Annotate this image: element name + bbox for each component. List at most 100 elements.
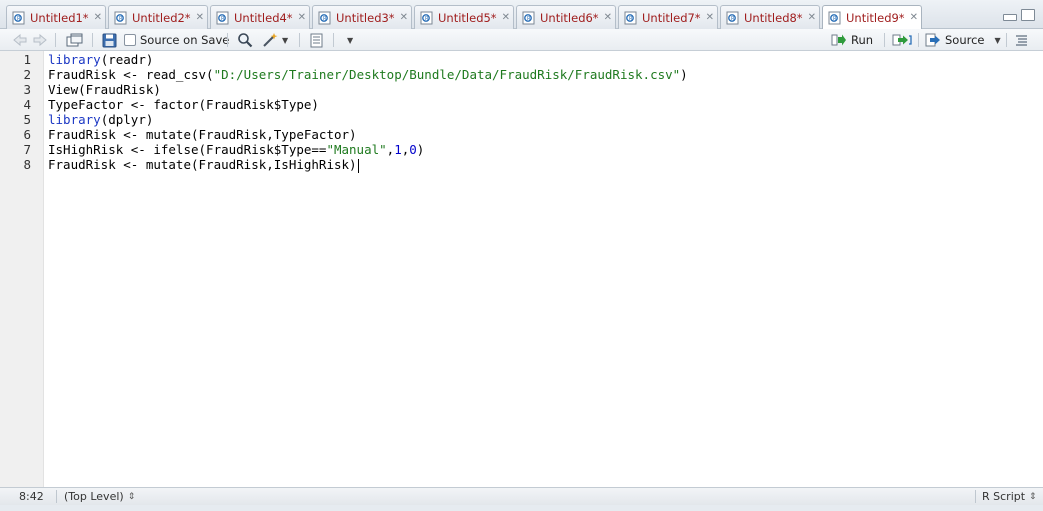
toolbar-separator: [918, 33, 919, 47]
up-down-arrows-icon: ⇕: [1029, 491, 1037, 502]
tab-label: Untitled9*: [846, 11, 905, 25]
toolbar-separator: [299, 33, 300, 47]
magic-wand-icon: [263, 33, 278, 47]
r-file-icon: R: [420, 11, 433, 24]
code-line[interactable]: library(readr): [48, 52, 153, 67]
window-controls: [1003, 9, 1035, 21]
back-button[interactable]: [12, 31, 28, 49]
maximize-button[interactable]: [1021, 9, 1035, 21]
tab-label: Untitled6*: [540, 10, 599, 25]
line-number: 3: [23, 82, 31, 97]
svg-text:R: R: [323, 16, 327, 22]
svg-text:R: R: [119, 16, 123, 22]
scope-label: (Top Level): [64, 490, 124, 503]
line-number: 8: [23, 157, 31, 172]
source-label: Source: [945, 33, 985, 47]
tab-untitled2[interactable]: R Untitled2* ✕: [108, 5, 208, 29]
file-type-selector[interactable]: R Script ⇕: [982, 490, 1037, 503]
arrow-right-icon: [33, 33, 47, 47]
close-icon[interactable]: ✕: [502, 12, 510, 23]
close-icon[interactable]: ✕: [94, 12, 102, 23]
r-file-icon: R: [726, 11, 739, 24]
close-icon[interactable]: ✕: [910, 13, 918, 23]
tab-untitled3[interactable]: R Untitled3* ✕: [312, 5, 412, 29]
file-type-label: R Script: [982, 490, 1026, 503]
code-line[interactable]: IsHighRisk <- ifelse(FraudRisk$Type=="Ma…: [48, 142, 424, 157]
tab-label: Untitled4*: [234, 10, 293, 25]
run-button[interactable]: Run: [831, 31, 873, 49]
line-number: 4: [23, 97, 31, 112]
search-icon: [238, 33, 253, 48]
chevron-down-icon: ▼: [347, 35, 354, 45]
show-in-window-button[interactable]: [66, 31, 83, 49]
save-button[interactable]: [102, 31, 117, 49]
svg-text:R: R: [833, 16, 837, 22]
code-tools-button[interactable]: ▼: [262, 31, 288, 49]
source-on-save-checkbox[interactable]: [124, 34, 136, 46]
tab-label: Untitled8*: [744, 10, 803, 25]
tab-untitled8[interactable]: R Untitled8* ✕: [720, 5, 820, 29]
close-icon[interactable]: ✕: [298, 12, 306, 23]
document-outline-button[interactable]: [1015, 31, 1028, 49]
code-line[interactable]: TypeFactor <- factor(FraudRisk$Type): [48, 97, 319, 112]
status-bar: 8:42 (Top Level) ⇕ R Script ⇕: [0, 487, 1043, 505]
code-editor[interactable]: 1 2 3 4 5 6 7 8 library(readr) FraudRisk…: [0, 51, 1043, 487]
r-file-icon: R: [828, 11, 841, 25]
close-icon[interactable]: ✕: [706, 12, 714, 23]
code-line[interactable]: FraudRisk <- mutate(FraudRisk,IsHighRisk…: [48, 157, 359, 173]
source-on-save-label: Source on Save: [140, 33, 230, 47]
code-line[interactable]: View(FraudRisk): [48, 82, 161, 97]
scope-selector[interactable]: (Top Level) ⇕: [64, 490, 135, 503]
forward-button[interactable]: [32, 31, 48, 49]
toolbar-separator: [1006, 33, 1007, 47]
run-arrow-icon: [831, 34, 846, 46]
tab-untitled4[interactable]: R Untitled4* ✕: [210, 5, 310, 29]
outline-list-icon: [1016, 35, 1027, 46]
tab-label: Untitled2*: [132, 10, 191, 25]
tab-untitled5[interactable]: R Untitled5* ✕: [414, 5, 514, 29]
code-line[interactable]: library(dplyr): [48, 112, 153, 127]
code-line[interactable]: FraudRisk <- read_csv("D:/Users/Trainer/…: [48, 67, 688, 82]
chevron-down-icon: ▼: [282, 35, 289, 45]
run-label: Run: [851, 33, 874, 47]
source-on-save-toggle[interactable]: Source on Save: [124, 31, 229, 49]
svg-text:R: R: [221, 16, 225, 22]
compile-report-button[interactable]: [309, 31, 324, 49]
tab-label: Untitled3*: [336, 10, 395, 25]
source-button[interactable]: Source ▼: [925, 31, 1001, 49]
svg-text:R: R: [425, 16, 429, 22]
tab-untitled7[interactable]: R Untitled7* ✕: [618, 5, 718, 29]
svg-text:R: R: [17, 16, 21, 22]
svg-text:R: R: [731, 16, 735, 22]
rerun-button[interactable]: [892, 31, 912, 49]
toolbar-separator: [227, 33, 228, 47]
line-number: 6: [23, 127, 31, 142]
line-number: 2: [23, 67, 31, 82]
r-file-icon: R: [12, 11, 25, 24]
editor-tab-bar: R Untitled1* ✕ R Untitled2* ✕ R Untitled…: [0, 0, 1043, 30]
find-replace-button[interactable]: [237, 31, 253, 49]
close-icon[interactable]: ✕: [808, 12, 816, 23]
tab-untitled1[interactable]: R Untitled1* ✕: [6, 5, 106, 29]
close-icon[interactable]: ✕: [604, 12, 612, 23]
source-arrow-icon: [925, 33, 940, 47]
r-file-icon: R: [522, 11, 535, 24]
minimize-button[interactable]: [1003, 14, 1017, 21]
close-icon[interactable]: ✕: [400, 12, 408, 23]
tab-untitled6[interactable]: R Untitled6* ✕: [516, 5, 616, 29]
code-line[interactable]: FraudRisk <- mutate(FraudRisk,TypeFactor…: [48, 127, 357, 142]
r-file-icon: R: [114, 11, 127, 24]
tab-label: Untitled1*: [30, 10, 89, 25]
chevron-down-icon[interactable]: ▼: [995, 36, 1001, 45]
tab-untitled9[interactable]: R Untitled9* ✕: [822, 5, 922, 30]
r-file-icon: R: [318, 11, 331, 24]
more-options-button[interactable]: ▼: [344, 31, 353, 49]
popout-window-icon: [66, 33, 83, 46]
svg-text:R: R: [629, 16, 633, 22]
cursor-position: 8:42: [19, 490, 44, 503]
toolbar-separator: [55, 33, 56, 47]
line-number: 1: [23, 52, 31, 67]
close-icon[interactable]: ✕: [196, 12, 204, 23]
r-file-icon: R: [624, 11, 637, 24]
save-icon: [102, 33, 117, 47]
